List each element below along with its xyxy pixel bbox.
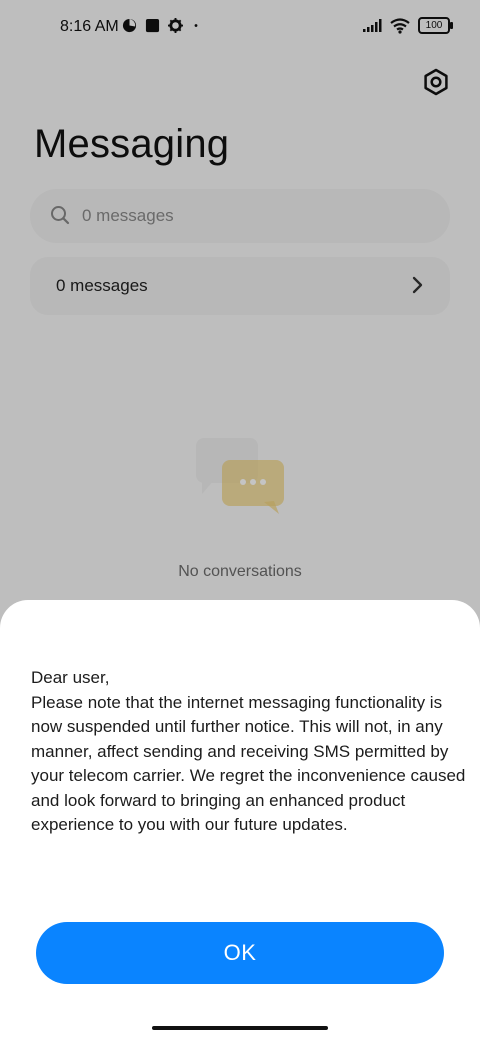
notice-text: Dear user, Please note that the internet…	[31, 668, 466, 834]
ok-button[interactable]: OK	[36, 922, 444, 984]
notice-dialog: Dear user, Please note that the internet…	[0, 600, 480, 1040]
home-indicator[interactable]	[152, 1026, 328, 1030]
screen: 8:16 AM 100 Messaging 0 messages 0 messa…	[0, 0, 480, 1040]
